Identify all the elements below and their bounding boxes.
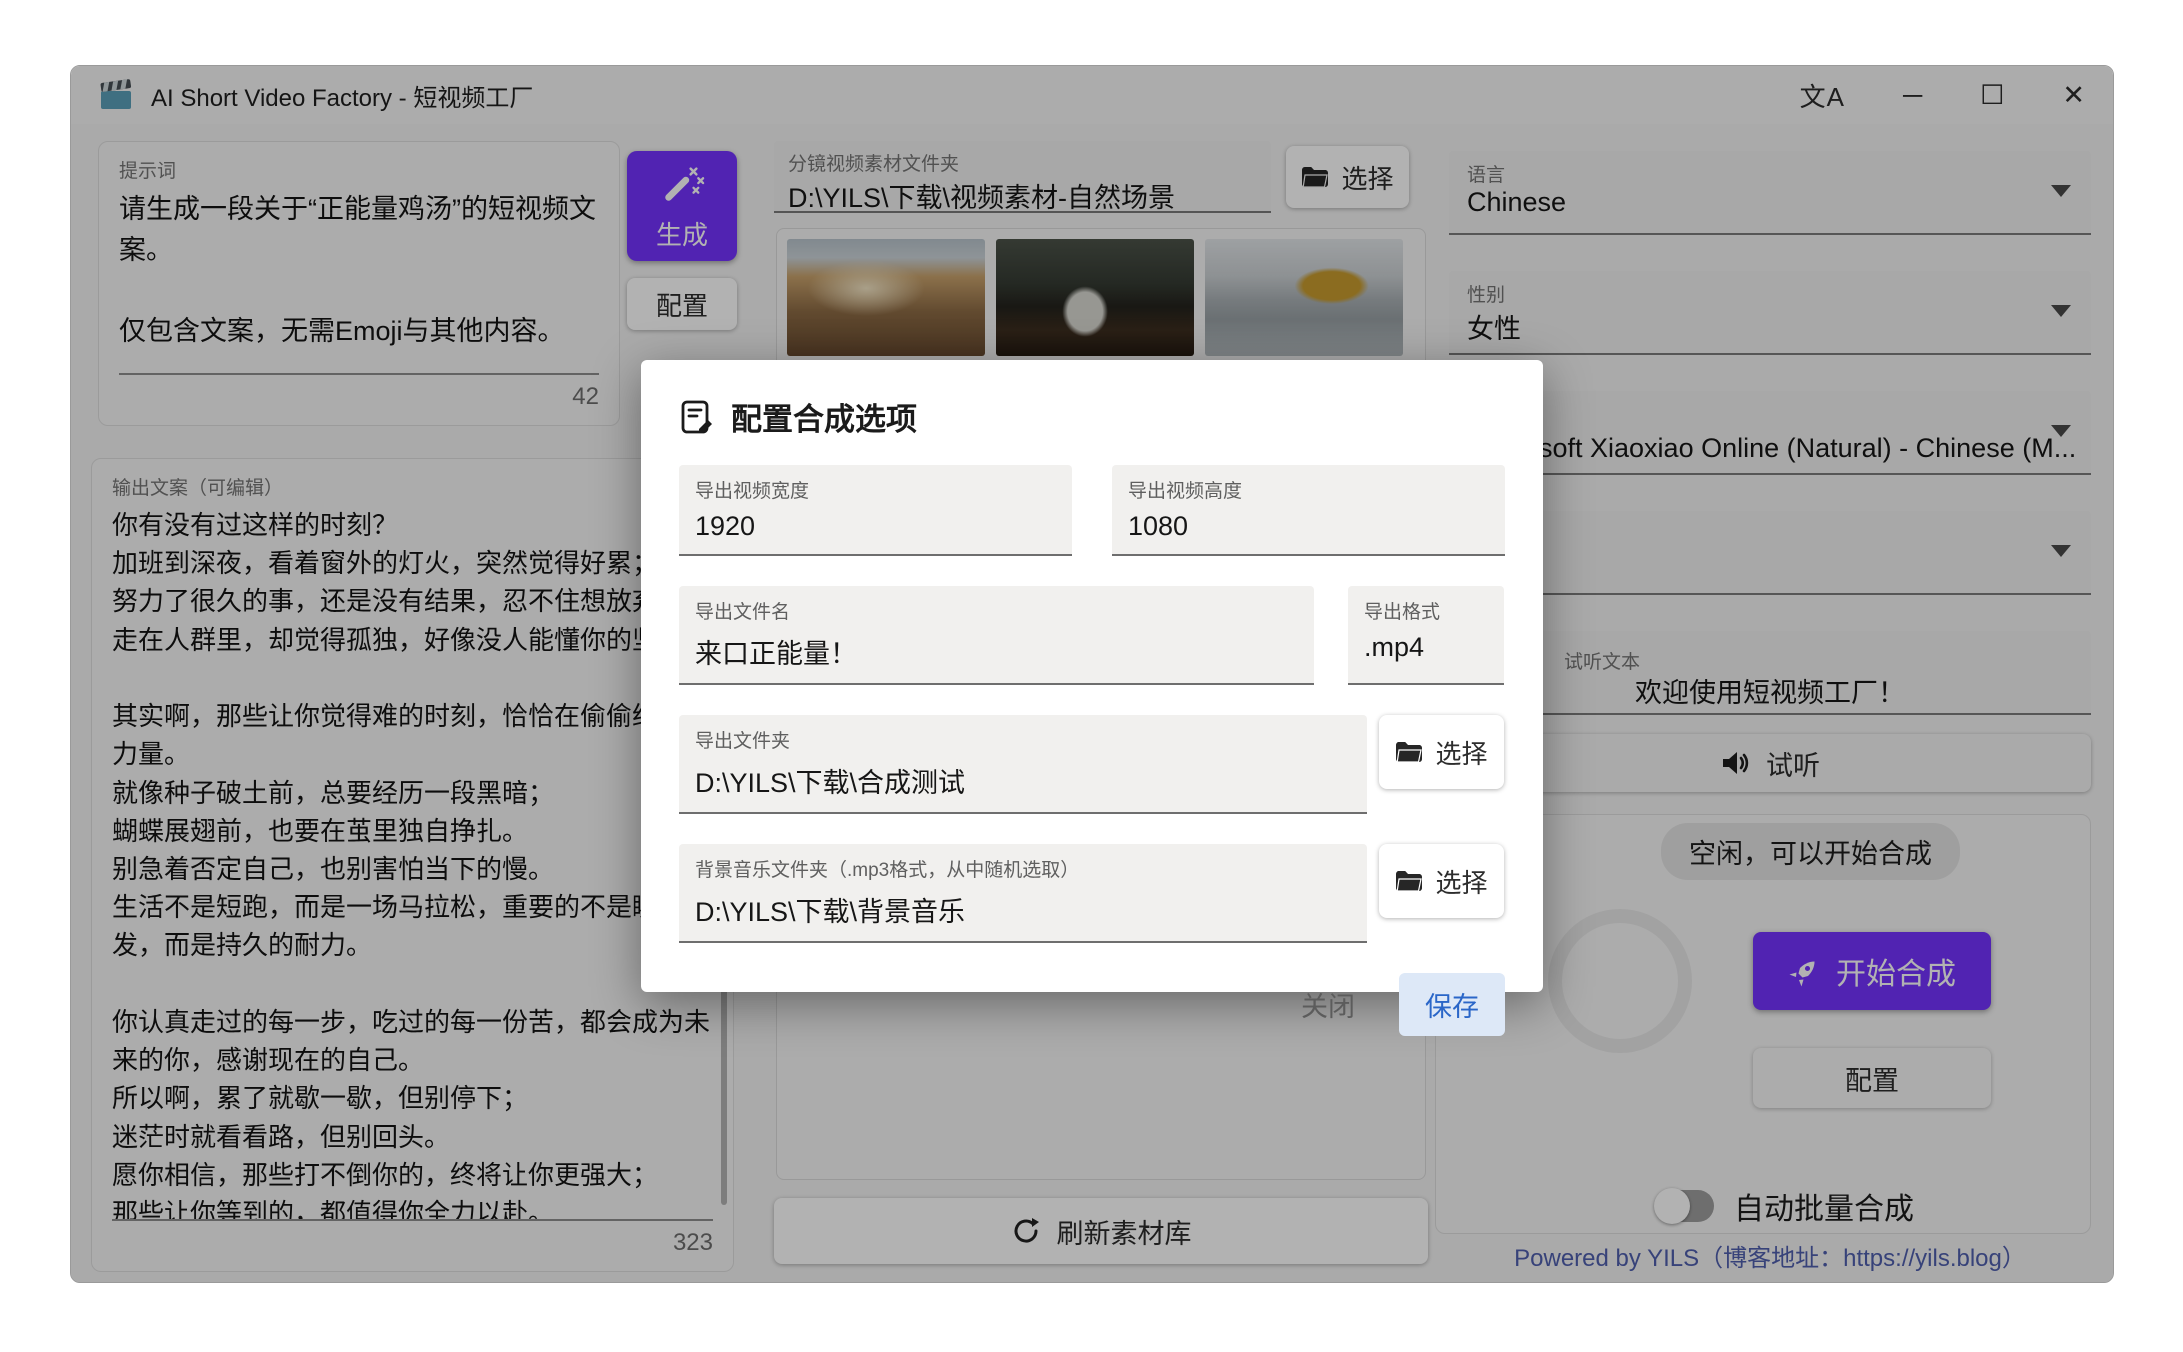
export-height-label: 导出视频高度 — [1128, 476, 1489, 503]
export-folder-select-label: 选择 — [1435, 734, 1487, 771]
export-filename-label: 导出文件名 — [695, 597, 1298, 624]
folder-icon — [1395, 740, 1423, 764]
export-folder-field[interactable]: 导出文件夹 D:\YILS\下载\合成测试 — [679, 715, 1367, 814]
bgm-folder-label: 背景音乐文件夹（.mp3格式，从中随机选取） — [695, 855, 1351, 882]
export-format-label: 导出格式 — [1364, 597, 1488, 624]
folder-icon — [1395, 869, 1423, 893]
export-folder-label: 导出文件夹 — [695, 726, 1351, 753]
bgm-folder-field[interactable]: 背景音乐文件夹（.mp3格式，从中随机选取） D:\YILS\下载\背景音乐 — [679, 844, 1367, 943]
synthesis-options-modal: 配置合成选项 导出视频宽度 1920 导出视频高度 1080 导出文件名 来口正… — [641, 360, 1543, 992]
form-edit-icon — [679, 399, 715, 435]
export-height-value: 1080 — [1128, 511, 1489, 542]
modal-close-button[interactable]: 关闭 — [1283, 973, 1373, 1036]
export-filename-field[interactable]: 导出文件名 来口正能量！ — [679, 586, 1314, 685]
modal-save-button[interactable]: 保存 — [1399, 973, 1505, 1036]
bgm-folder-value: D:\YILS\下载\背景音乐 — [695, 890, 1351, 929]
bgm-folder-select-button[interactable]: 选择 — [1379, 844, 1504, 918]
export-width-field[interactable]: 导出视频宽度 1920 — [679, 465, 1072, 556]
export-format-field[interactable]: 导出格式 .mp4 — [1348, 586, 1504, 685]
export-filename-value: 来口正能量！ — [695, 632, 1298, 671]
export-format-value: .mp4 — [1364, 632, 1488, 663]
export-folder-value: D:\YILS\下载\合成测试 — [695, 761, 1351, 800]
modal-title: 配置合成选项 — [731, 394, 917, 439]
export-folder-select-button[interactable]: 选择 — [1379, 715, 1504, 789]
export-height-field[interactable]: 导出视频高度 1080 — [1112, 465, 1505, 556]
export-width-value: 1920 — [695, 511, 1056, 542]
export-width-label: 导出视频宽度 — [695, 476, 1056, 503]
app-window: AI Short Video Factory - 短视频工厂 文A ─ ☐ ✕ … — [70, 65, 2114, 1283]
desktop: AI Short Video Factory - 短视频工厂 文A ─ ☐ ✕ … — [0, 0, 2183, 1352]
bgm-folder-select-label: 选择 — [1435, 863, 1487, 900]
